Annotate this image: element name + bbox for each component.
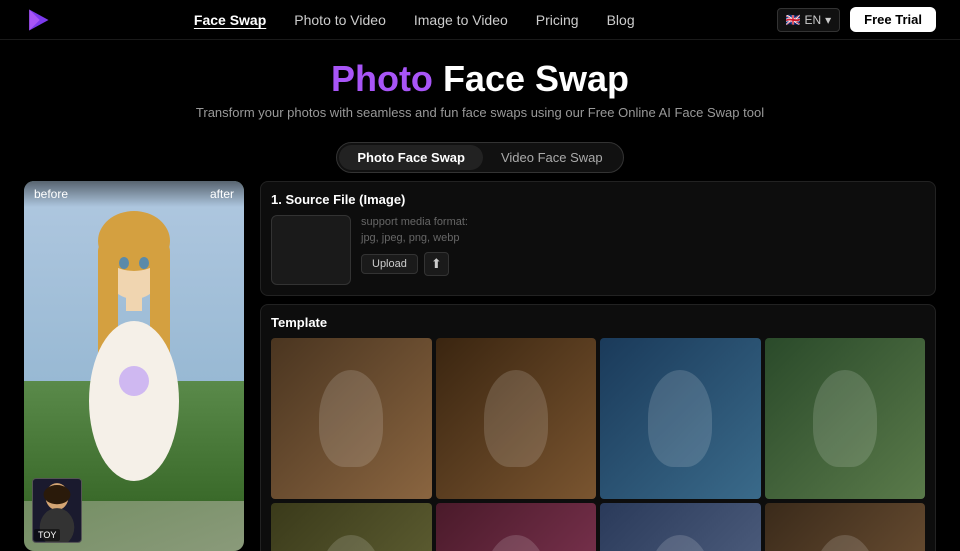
template-title: Template [271,315,925,330]
template-thumb-8[interactable] [765,503,926,551]
navbar: Face Swap Photo to Video Image to Video … [0,0,960,40]
template-thumb-7[interactable] [600,503,761,551]
hero-title-highlight: Photo [331,58,433,99]
language-selector[interactable]: 🇬🇧 EN ▾ [777,8,841,32]
source-upload-icon-button[interactable]: ⬆ [424,252,449,276]
preview-image-area: TOY [24,181,244,551]
source-upload-info: support media format:jpg, jpeg, png, web… [361,215,925,276]
hero-title: Photo Face Swap [0,58,960,99]
source-format-text: support media format:jpg, jpeg, png, web… [361,215,925,246]
source-preview-box [271,215,351,285]
nav-right: 🇬🇧 EN ▾ Free Trial [777,7,936,32]
source-file-title: 1. Source File (Image) [271,192,925,207]
hero-section: Photo Face Swap Transform your photos wi… [0,40,960,132]
template-thumb-2[interactable] [436,338,597,499]
main-content: before after [0,181,960,551]
free-trial-button[interactable]: Free Trial [850,7,936,32]
template-thumb-1[interactable] [271,338,432,499]
right-panel: 1. Source File (Image) support media for… [244,181,936,551]
source-upload-area: support media format:jpg, jpeg, png, web… [271,215,925,285]
source-upload-button[interactable]: Upload [361,254,418,274]
template-thumb-3[interactable] [600,338,761,499]
template-section: Template [260,304,936,551]
mode-toggle-row: Photo Face Swap Video Face Swap [0,142,960,173]
preview-labels: before after [24,181,244,207]
template-grid [271,338,925,551]
nav-photo-to-video[interactable]: Photo to Video [294,12,386,28]
source-file-section: 1. Source File (Image) support media for… [260,181,936,296]
template-thumb-6[interactable] [436,503,597,551]
template-thumb-4[interactable] [765,338,926,499]
after-label: after [210,187,234,201]
lang-label: EN [804,13,821,27]
before-label: before [34,187,68,201]
upload-arrow-icon: ⬆ [431,256,442,271]
source-upload-btn-row: Upload ⬆ [361,252,925,276]
chevron-down-icon: ▾ [825,13,831,27]
photo-face-swap-tab[interactable]: Photo Face Swap [339,145,483,170]
nav-image-to-video[interactable]: Image to Video [414,12,508,28]
mode-toggle: Photo Face Swap Video Face Swap [336,142,623,173]
nav-pricing[interactable]: Pricing [536,12,579,28]
hero-subtitle: Transform your photos with seamless and … [0,105,960,120]
preview-panel: before after [24,181,244,551]
flag-icon: 🇬🇧 [786,13,801,27]
hero-title-regular: Face Swap [433,58,629,99]
nav-face-swap[interactable]: Face Swap [194,12,266,28]
nav-links: Face Swap Photo to Video Image to Video … [194,12,635,28]
nav-blog[interactable]: Blog [607,12,635,28]
logo[interactable] [24,6,52,34]
preview-illustration [24,181,244,501]
video-face-swap-tab[interactable]: Video Face Swap [483,145,621,170]
template-thumb-5[interactable] [271,503,432,551]
